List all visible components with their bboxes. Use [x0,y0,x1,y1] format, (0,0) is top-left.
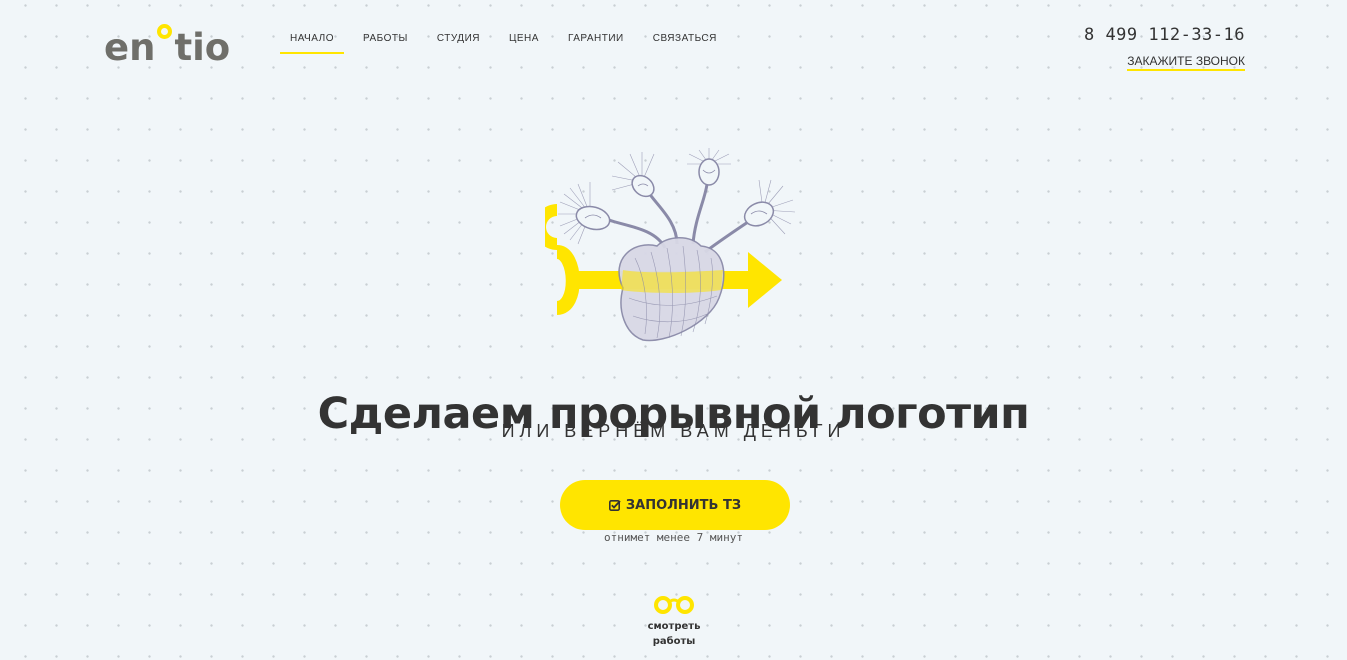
view-works-label-line2: работы [652,636,696,647]
view-works-link[interactable]: смотреть работы [624,595,724,649]
phone-number[interactable]: 8 499 112-33-16 [1084,25,1245,45]
heart-illustration-svg [534,148,796,342]
hero-subheadline: или вернём вам деньги [501,421,846,441]
logo[interactable]: en tio [104,22,230,66]
logo-yellow-ring-icon [157,24,173,39]
check-square-icon [608,499,621,511]
nav-item-price[interactable]: Цена [499,31,549,54]
nav-item-guarantees[interactable]: Гарантии [558,31,634,54]
logo-text-end: tio [174,26,231,69]
fill-brief-label: Заполнить ТЗ [625,497,742,513]
cta-note: отнимет менее 7 минут [603,531,744,544]
nav-item-contact[interactable]: Связаться [643,31,727,54]
nav-item-studio[interactable]: Студия [427,31,490,54]
logo-text-start: en [104,26,156,69]
site-header: en tio Начало Работы Студия Цена Гаранти… [0,0,1347,90]
fill-brief-button[interactable]: Заполнить ТЗ [560,480,790,530]
main-nav: Начало Работы Студия Цена Гарантии Связа… [280,31,736,54]
callback-link[interactable]: Закажите звонок [1127,54,1245,71]
view-works-label-line1: смотреть [647,621,701,632]
heart-lightbulbs-illustration [534,148,805,348]
nav-item-start[interactable]: Начало [280,31,345,54]
binoculars-icon [654,596,694,614]
nav-item-works[interactable]: Работы [353,31,418,54]
